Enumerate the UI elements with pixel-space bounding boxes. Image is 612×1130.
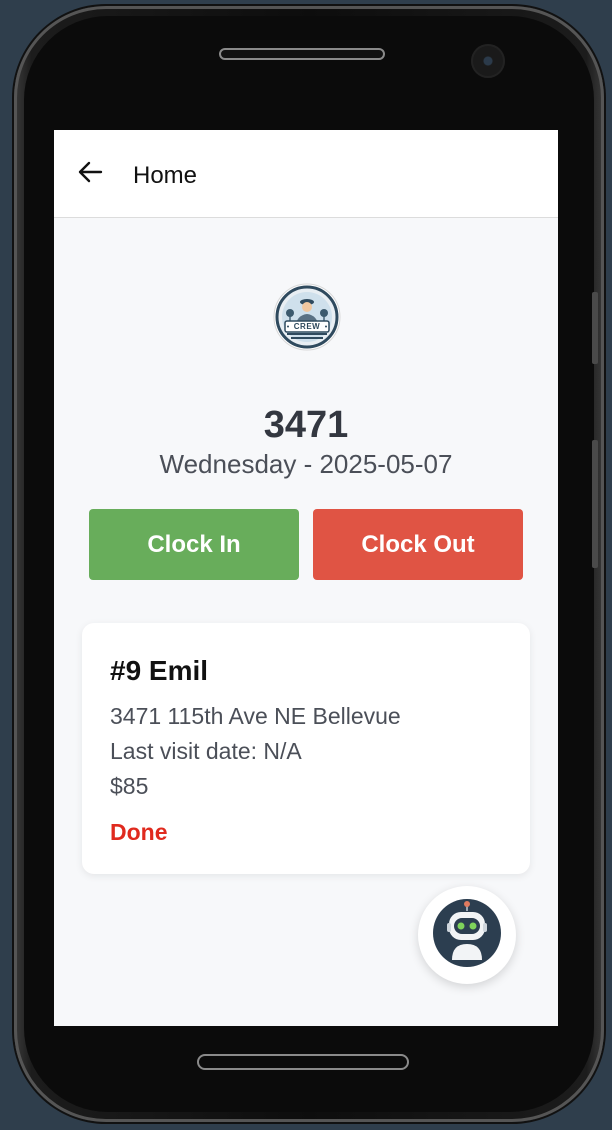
earpiece-speaker	[219, 48, 385, 60]
job-address: 3471 115th Ave NE Bellevue	[110, 703, 401, 729]
power-button	[592, 440, 598, 568]
status-badge: Done	[110, 819, 168, 845]
date-line: Wednesday - 2025-05-07	[159, 449, 453, 479]
app-screen: Home CREW 3471 Wednesday - 2025-05-07 Cl…	[54, 130, 558, 1026]
logo-text: CREW	[293, 322, 321, 331]
volume-button	[592, 292, 598, 364]
assistant-button[interactable]	[418, 886, 516, 984]
job-card[interactable]: #9 Emil 3471 115th Ave NE Bellevue Last …	[82, 623, 530, 874]
home-indicator[interactable]	[197, 1054, 409, 1070]
job-title: #9 Emil	[110, 655, 209, 686]
robot-assistant-icon	[432, 898, 502, 973]
store-number: 3471	[263, 404, 349, 446]
last-visit-date: Last visit date: N/A	[110, 738, 302, 764]
clock-in-button[interactable]: Clock In	[89, 509, 299, 580]
back-button[interactable]	[76, 160, 104, 188]
clock-out-button[interactable]: Clock Out	[313, 509, 523, 580]
job-price: $85	[110, 773, 149, 799]
front-camera	[471, 44, 505, 78]
app-bar: Home	[54, 130, 558, 218]
arrow-left-icon	[77, 159, 103, 190]
page-title: Home	[133, 162, 198, 189]
crew-logo-icon: CREW	[273, 283, 341, 351]
